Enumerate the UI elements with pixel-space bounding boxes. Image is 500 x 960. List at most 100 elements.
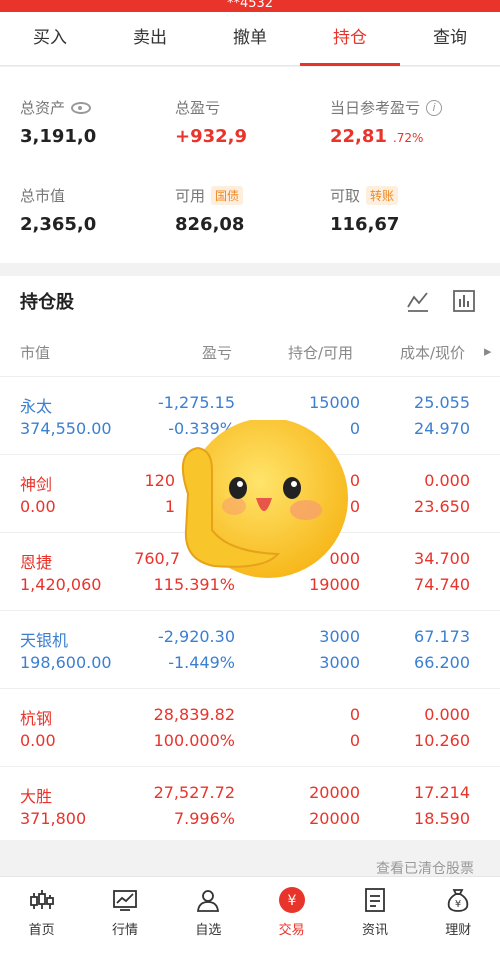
tab-query[interactable]: 查询 [400, 12, 500, 65]
view-cleared-link[interactable]: 查看已清仓股票 [376, 858, 474, 878]
nav-trade[interactable]: ¥ 交易 [250, 877, 333, 960]
nav-label: 交易 [278, 923, 305, 938]
stock-hold: 0 [349, 705, 360, 724]
stock-pl-pct: 100.000% [153, 731, 235, 750]
nav-wealth[interactable]: ¥ 理财 [417, 877, 500, 960]
stock-name: 恩捷 [20, 553, 53, 572]
stock-cost: 25.055 [414, 393, 470, 412]
treasury-tag[interactable]: 国债 [211, 186, 244, 205]
withdrawable-funds: 可取 转账 116,67 [330, 185, 399, 235]
stock-cost: 67.173 [414, 627, 470, 646]
stock-pl: -1,275.15 [157, 393, 235, 412]
transfer-tag[interactable]: 转账 [366, 186, 399, 205]
available-funds: 可用 国债 826,08 [175, 185, 244, 235]
nav-watchlist[interactable]: 自选 [167, 877, 250, 960]
nav-label: 首页 [28, 923, 55, 938]
eye-icon[interactable] [71, 101, 92, 114]
line-chart-icon[interactable] [406, 289, 430, 313]
withdrawable-value: 116,67 [330, 214, 400, 235]
cleared-stocks-bar: 查看已清仓股票 [0, 842, 500, 878]
stock-price: 10.260 [414, 731, 470, 750]
stock-price: 18.590 [414, 809, 470, 828]
stock-market-value: 1,420,060 [20, 575, 102, 594]
col-cost-price[interactable]: 成本/现价 [400, 342, 465, 363]
holding-row[interactable]: 杭钢 0.00 28,839.82 100.000% 0 0 0.000 10.… [0, 688, 500, 766]
stock-name: 杭钢 [20, 709, 53, 728]
stock-name: 大胜 [20, 787, 53, 806]
document-icon [365, 888, 385, 912]
stock-pl: 28,839.82 [153, 705, 235, 724]
withdrawable-label: 可取 [330, 187, 361, 205]
today-pl-pct: .72% [392, 131, 424, 145]
total-assets-value: 3,191,0 [20, 126, 97, 147]
nav-label: 资讯 [361, 923, 388, 938]
stock-pl: -2,920.30 [157, 627, 235, 646]
info-icon[interactable]: i [426, 99, 443, 116]
nav-market[interactable]: 行情 [83, 877, 166, 960]
account-number: **4532 [226, 0, 274, 11]
market-value-value: 2,365,0 [20, 214, 97, 235]
person-icon [197, 890, 220, 912]
col-position[interactable]: 持仓/可用 [288, 342, 353, 363]
col-market-value[interactable]: 市值 [20, 342, 50, 363]
bottom-nav: 首页 行情 自选 ¥ 交易 资讯 ¥ 理财 [0, 876, 500, 960]
stock-available: 0 [349, 731, 360, 750]
candlestick-icon [29, 890, 54, 909]
today-pl: 当日参考盈亏 i 22,81 .72% [330, 97, 443, 147]
status-bar: **4532 [0, 0, 500, 12]
holding-row[interactable]: 天银机 198,600.00 -2,920.30 -1.449% 3000 30… [0, 610, 500, 688]
salute-emoji-sticker [181, 420, 348, 578]
nav-label: 理财 [445, 923, 472, 938]
nav-news[interactable]: 资讯 [333, 877, 416, 960]
svg-text:¥: ¥ [287, 893, 296, 909]
holding-row[interactable]: 大胜 371,800 27,527.72 7.996% 20000 20000 … [0, 766, 500, 844]
stock-cost: 0.000 [424, 705, 470, 724]
today-pl-value: 22,81 [330, 126, 387, 147]
market-value-label: 总市值 [20, 187, 66, 205]
total-assets: 总资产 3,191,0 [20, 97, 96, 147]
stock-pl: 27,527.72 [153, 783, 235, 802]
tab-positions[interactable]: 持仓 [300, 12, 400, 66]
total-pl-value: +932,9 [175, 126, 248, 147]
available-value: 826,08 [175, 214, 245, 235]
column-headers: 市值 盈亏 持仓/可用 成本/现价 ▸ [0, 338, 500, 366]
stock-cost: 34.700 [414, 549, 470, 568]
chevron-right-icon[interactable]: ▸ [484, 342, 492, 360]
bar-chart-icon[interactable] [452, 289, 476, 313]
stock-price: 74.740 [414, 575, 470, 594]
stock-cost: 17.214 [414, 783, 470, 802]
stock-available: 3000 [319, 653, 360, 672]
svg-text:¥: ¥ [455, 899, 461, 910]
stock-market-value: 0.00 [20, 497, 56, 516]
stock-name: 天银机 [20, 631, 69, 650]
stock-price: 24.970 [414, 419, 470, 438]
total-pl-label: 总盈亏 [175, 99, 221, 117]
stock-name: 神剑 [20, 475, 53, 494]
stock-price: 23.650 [414, 497, 470, 516]
total-pl: 总盈亏 +932,9 [175, 97, 247, 147]
chart-icon [113, 890, 137, 911]
tab-buy[interactable]: 买入 [0, 12, 100, 65]
stock-hold: 15000 [309, 393, 360, 412]
today-pl-label: 当日参考盈亏 [330, 99, 421, 117]
stock-name: 永太 [20, 397, 53, 416]
nav-home[interactable]: 首页 [0, 877, 83, 960]
market-value: 总市值 2,365,0 [20, 185, 96, 235]
stock-hold: 3000 [319, 627, 360, 646]
stock-cost: 0.000 [424, 471, 470, 490]
nav-label: 行情 [111, 923, 138, 938]
tab-cancel[interactable]: 撤单 [200, 12, 300, 65]
total-assets-label: 总资产 [20, 99, 66, 117]
stock-market-value: 374,550.00 [20, 419, 112, 438]
stock-market-value: 198,600.00 [20, 653, 112, 672]
trade-tabs: 买入 卖出 撤单 持仓 查询 [0, 12, 500, 66]
account-summary: 总资产 3,191,0 总盈亏 +932,9 当日参考盈亏 i 22,81 .72%… [0, 67, 500, 263]
stock-market-value: 371,800 [20, 809, 87, 828]
holdings-header: 持仓股 [0, 276, 500, 326]
holdings-title: 持仓股 [20, 292, 74, 313]
col-pl[interactable]: 盈亏 [202, 342, 232, 363]
tab-sell[interactable]: 卖出 [100, 12, 200, 65]
stock-available: 20000 [309, 809, 360, 828]
money-bag-icon: ¥ [448, 889, 469, 912]
stock-price: 66.200 [414, 653, 470, 672]
